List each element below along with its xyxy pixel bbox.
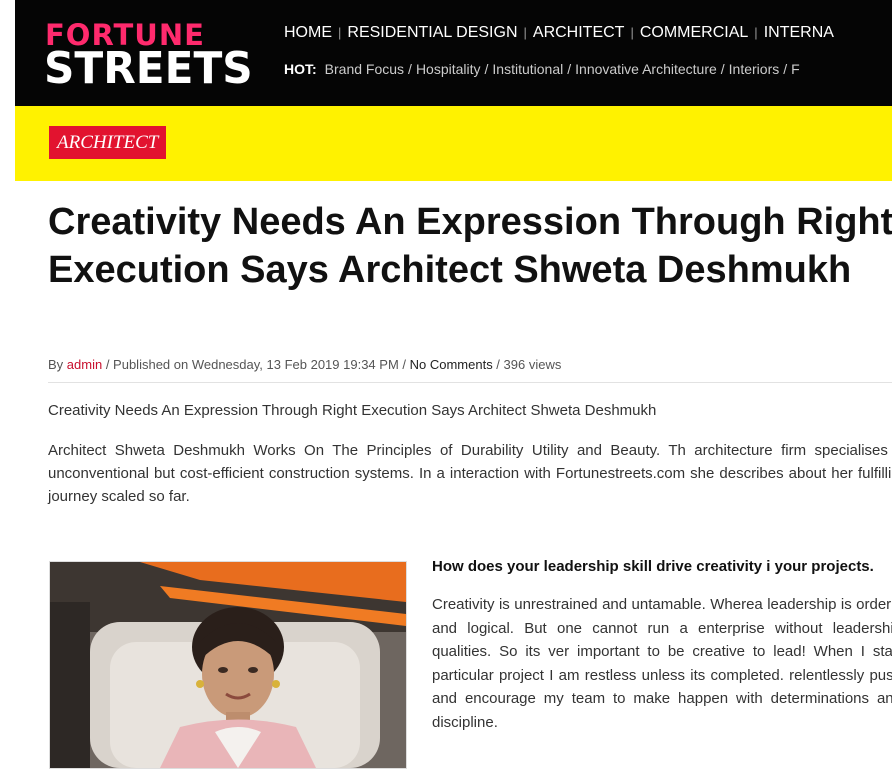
meta-divider (48, 382, 892, 383)
hot-link-truncated[interactable]: F (791, 61, 800, 77)
category-band: ARCHITECT (15, 106, 892, 181)
logo-streets-text: STREETS (44, 43, 253, 94)
comments-link[interactable]: No Comments (410, 357, 493, 372)
hot-separator: / (484, 61, 489, 77)
nav-item-home[interactable]: HOME (284, 24, 332, 41)
nav-item-residential-design[interactable]: RESIDENTIAL DESIGN (347, 24, 517, 41)
hot-link-institutional[interactable]: Institutional (492, 61, 563, 77)
main-nav: HOME | RESIDENTIAL DESIGN | ARCHITECT | COMMER… (284, 24, 834, 42)
meta-views: / 396 views (492, 357, 562, 372)
hot-link-hospitality[interactable]: Hospitality (416, 61, 481, 77)
hot-separator: / (783, 61, 788, 77)
hot-link-interiors[interactable]: Interiors (729, 61, 780, 77)
hot-separator: / (720, 61, 725, 77)
hot-label: HOT: (284, 61, 317, 77)
article-photo (49, 561, 407, 769)
article-title: Creativity Needs An Expression Through R… (48, 201, 892, 291)
site-header: FORTUNE STREETS HOME | RESIDENTIAL DESIGN |… (15, 0, 892, 106)
portrait-image (50, 562, 406, 768)
hot-links-bar: HOT: Brand Focus / Hospitality / Institutiona… (284, 61, 800, 77)
interview-question: How does your leadership skill drive cre… (432, 558, 874, 575)
hot-separator: / (408, 61, 412, 77)
hot-link-innovative-architecture[interactable]: Innovative Architecture (575, 61, 717, 77)
site-logo[interactable]: FORTUNE STREETS (44, 20, 253, 92)
nav-separator: | (523, 25, 527, 40)
nav-item-architect[interactable]: ARCHITECT (533, 24, 625, 41)
nav-separator: | (754, 25, 758, 40)
hot-separator: / (567, 61, 572, 77)
article-intro: Architect Shweta Deshmukh Works On The P… (48, 442, 892, 505)
category-badge[interactable]: ARCHITECT (49, 126, 167, 159)
nav-item-international[interactable]: INTERNA (764, 24, 834, 41)
meta-by: By (48, 357, 67, 372)
interview-answer: Creativity is unrestrained and untamable… (432, 596, 892, 731)
meta-published: / Published on Wednesday, 13 Feb 2019 19… (102, 357, 410, 372)
article-lead: Creativity Needs An Expression Through R… (48, 402, 657, 419)
nav-item-commercial[interactable]: COMMERCIAL (640, 24, 748, 41)
hot-link-brand-focus[interactable]: Brand Focus (325, 61, 404, 77)
author-link[interactable]: admin (67, 357, 102, 372)
nav-separator: | (630, 25, 634, 40)
nav-separator: | (338, 25, 342, 40)
article-meta: By admin / Published on Wednesday, 13 Fe… (48, 357, 561, 372)
